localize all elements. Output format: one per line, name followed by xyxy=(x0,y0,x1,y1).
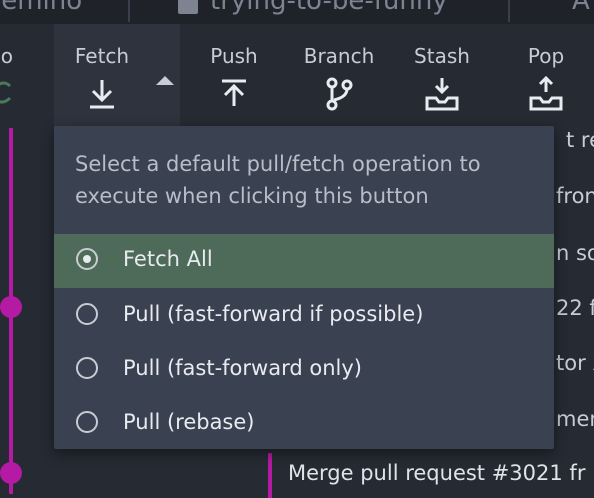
caret-up-icon[interactable] xyxy=(156,76,174,85)
repo-tab-label[interactable]: jemino xyxy=(0,0,82,16)
option-label: Pull (fast-forward if possible) xyxy=(123,302,424,326)
branch-button[interactable]: Branch xyxy=(296,24,382,128)
option-pull-ff-if-possible[interactable]: Pull (fast-forward if possible) xyxy=(54,289,554,343)
fetch-button[interactable]: Fetch xyxy=(54,24,180,128)
repo-tab-label[interactable]: trying-to-be-funny xyxy=(210,0,448,16)
branch-line xyxy=(268,453,272,498)
commit-message-fragment[interactable]: n sou xyxy=(556,241,594,265)
commit-node[interactable] xyxy=(0,462,22,484)
menu-description: Select a default pull/fetch operation to… xyxy=(75,152,481,208)
push-button[interactable]: Push xyxy=(196,24,272,128)
branch-label: Branch xyxy=(303,44,375,68)
commit-message-fragment[interactable]: men xyxy=(556,407,594,431)
commit-node[interactable] xyxy=(0,296,22,318)
pop-button[interactable]: Pop xyxy=(508,24,584,128)
push-label: Push xyxy=(210,44,258,68)
option-label: Pull (fast-forward only) xyxy=(123,356,362,380)
option-fetch-all[interactable]: Fetch All xyxy=(54,234,554,288)
commit-message-fragment[interactable]: t rec xyxy=(566,128,594,152)
repo-tab-label[interactable]: A xyxy=(572,0,590,16)
tab-separator xyxy=(508,0,510,22)
stash-icon xyxy=(425,78,459,111)
option-label: Fetch All xyxy=(123,247,213,271)
pop-label: Pop xyxy=(527,44,565,68)
folder-icon xyxy=(178,0,198,14)
commit-message-fragment[interactable]: fron xyxy=(556,184,594,208)
undo-label: do xyxy=(0,44,13,68)
branch-icon xyxy=(326,77,353,111)
commit-message-fragment[interactable]: tor X xyxy=(556,351,594,375)
option-pull-rebase[interactable]: Pull (rebase) xyxy=(54,397,554,451)
pop-icon xyxy=(529,76,563,111)
fetch-label: Fetch xyxy=(74,44,130,68)
stash-label: Stash xyxy=(414,44,470,68)
undo-button[interactable]: do xyxy=(0,24,40,128)
radio-checked-icon[interactable] xyxy=(76,248,98,270)
undo-icon xyxy=(0,81,12,104)
toolbar: do Fetch Push Branch Stash xyxy=(0,24,594,128)
tab-separator xyxy=(128,0,130,22)
radio-unchecked-icon[interactable] xyxy=(76,357,98,379)
download-icon xyxy=(90,80,114,109)
commit-message-fragment[interactable]: 22 fr xyxy=(556,296,594,320)
fetch-options-menu: Select a default pull/fetch operation to… xyxy=(54,126,554,449)
option-pull-ff-only[interactable]: Pull (fast-forward only) xyxy=(54,343,554,397)
radio-unchecked-icon[interactable] xyxy=(76,303,98,325)
upload-icon xyxy=(222,79,246,106)
repo-tab-strip: jemino trying-to-be-funny A xyxy=(0,0,594,24)
radio-unchecked-icon[interactable] xyxy=(76,411,98,433)
commit-message[interactable]: Merge pull request #3021 fr xyxy=(288,461,585,485)
option-label: Pull (rebase) xyxy=(123,410,255,434)
stash-button[interactable]: Stash xyxy=(404,24,480,128)
